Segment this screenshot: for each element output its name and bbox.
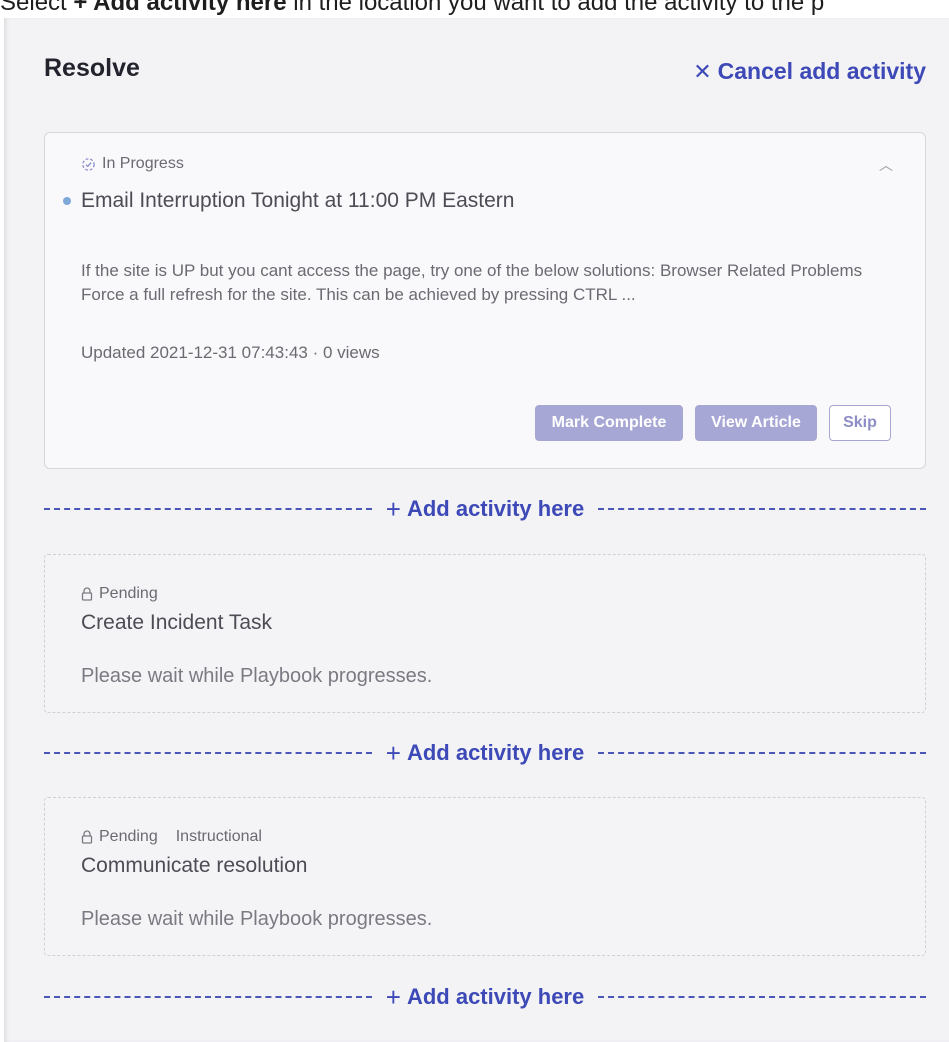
view-article-button[interactable]: View Article bbox=[695, 405, 817, 441]
activity-card-pending: Pending Create Incident Task Please wait… bbox=[44, 554, 926, 713]
add-activity-button[interactable]: + Add activity here bbox=[372, 496, 598, 522]
add-activity-label: Add activity here bbox=[406, 496, 585, 521]
status-label: Pending bbox=[99, 828, 158, 845]
activity-status: Pending Instructional bbox=[81, 828, 262, 846]
activity-status: In Progress bbox=[81, 155, 184, 173]
instruction-text: Select + Add activity here in the locati… bbox=[0, 0, 949, 16]
playbook-panel: Resolve ✕ Cancel add activity In Progres… bbox=[4, 18, 949, 1042]
instruction-suffix: in the location you want to add the acti… bbox=[286, 0, 825, 16]
mark-complete-button[interactable]: Mark Complete bbox=[535, 405, 683, 441]
dashed-divider bbox=[44, 752, 372, 754]
activity-actions: Mark Complete View Article Skip bbox=[535, 405, 891, 441]
activity-waiting-message: Please wait while Playbook progresses. bbox=[81, 908, 433, 930]
activity-type-tag: Instructional bbox=[175, 828, 262, 845]
plus-icon: + bbox=[385, 738, 401, 768]
activity-title: Email Interruption Tonight at 11:00 PM E… bbox=[63, 189, 514, 213]
dashed-divider bbox=[44, 996, 372, 998]
status-label: In Progress bbox=[102, 155, 184, 172]
activity-title-text: Email Interruption Tonight at 11:00 PM E… bbox=[81, 189, 515, 212]
add-activity-label: Add activity here bbox=[406, 984, 585, 1009]
status-label: Pending bbox=[99, 585, 158, 602]
activity-description: If the site is UP but you cant access th… bbox=[81, 261, 863, 304]
plus-icon: + bbox=[385, 982, 401, 1012]
cancel-add-activity-label: Cancel add activity bbox=[717, 58, 926, 84]
add-activity-row: + Add activity here bbox=[44, 981, 926, 1013]
close-icon: ✕ bbox=[693, 58, 712, 84]
plus-icon: + bbox=[385, 494, 401, 524]
dashed-divider bbox=[598, 752, 926, 754]
add-activity-row: + Add activity here bbox=[44, 737, 926, 769]
add-activity-button[interactable]: + Add activity here bbox=[372, 740, 598, 766]
status-dot bbox=[63, 197, 71, 205]
lock-icon bbox=[81, 587, 93, 601]
add-activity-label: Add activity here bbox=[406, 740, 585, 765]
chevron-up-icon[interactable]: ︿ bbox=[879, 155, 893, 175]
activity-status: Pending bbox=[81, 585, 158, 603]
cancel-add-activity-button[interactable]: ✕ Cancel add activity bbox=[693, 58, 926, 85]
dashed-divider bbox=[44, 508, 372, 510]
stage-header: Resolve ✕ Cancel add activity bbox=[44, 54, 926, 90]
dashed-divider bbox=[598, 996, 926, 998]
add-activity-button[interactable]: + Add activity here bbox=[372, 984, 598, 1010]
instruction-bold: + Add activity here bbox=[73, 0, 287, 16]
activity-card-in-progress: In Progress ︿ Email Interruption Tonight… bbox=[44, 132, 926, 469]
in-progress-icon bbox=[82, 157, 95, 171]
activity-waiting-message: Please wait while Playbook progresses. bbox=[81, 665, 433, 687]
activity-card-pending: Pending Instructional Communicate resolu… bbox=[44, 797, 926, 956]
activity-title: Communicate resolution bbox=[81, 854, 308, 877]
activity-title: Create Incident Task bbox=[81, 611, 273, 634]
lock-icon bbox=[81, 830, 93, 844]
skip-button[interactable]: Skip bbox=[829, 405, 891, 441]
dashed-divider bbox=[598, 508, 926, 510]
add-activity-row: + Add activity here bbox=[44, 493, 926, 525]
activity-updated: Updated 2021-12-31 07:43:43 · 0 views bbox=[81, 343, 380, 362]
instruction-prefix: Select bbox=[0, 0, 74, 16]
stage-title: Resolve bbox=[44, 54, 140, 82]
